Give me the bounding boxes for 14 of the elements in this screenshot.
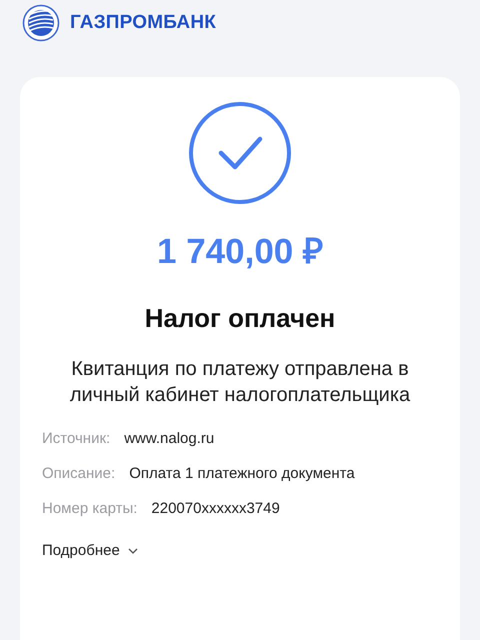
detail-label: Описание: — [42, 465, 116, 483]
detail-label: Источник: — [42, 430, 110, 448]
logo-icon — [22, 4, 60, 42]
bank-name: ГАЗПРОМБАНК — [70, 12, 216, 34]
detail-value: 220070xxxxxx3749 — [151, 500, 280, 518]
status-title: Налог оплачен — [144, 303, 336, 334]
check-circle-icon — [188, 101, 292, 205]
payment-amount: 1 740,00 ₽ — [157, 231, 323, 273]
detail-label: Номер карты: — [42, 500, 138, 518]
detail-value: Оплата 1 платежного документа — [129, 465, 355, 483]
more-details-button[interactable]: Подробнее — [42, 542, 138, 559]
status-message: Квитанция по платежу отправлена в личный кабинет налогоплательщика — [68, 357, 412, 408]
chevron-icon — [128, 548, 138, 554]
detail-value: www.nalog.ru — [124, 430, 214, 448]
